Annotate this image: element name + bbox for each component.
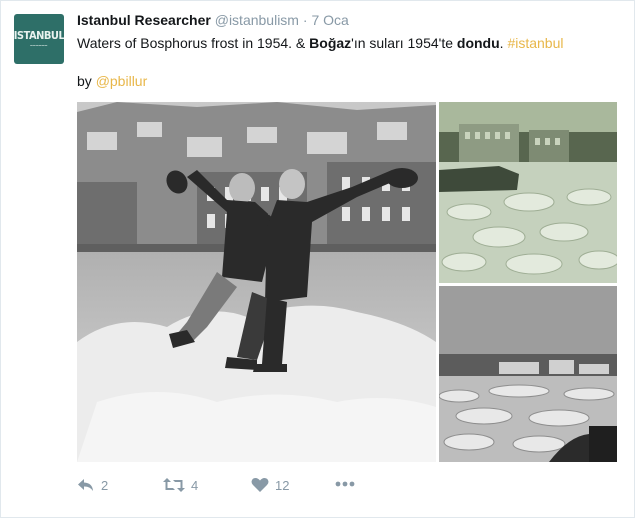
retweet-icon	[163, 478, 185, 492]
reply-count: 2	[101, 477, 109, 493]
like-button[interactable]: 12	[251, 477, 289, 493]
avatar-logo-subtext: ━━━━━━	[30, 43, 48, 48]
mention-link[interactable]: @pbillur	[96, 73, 148, 89]
retweet-count: 4	[191, 477, 199, 493]
avatar[interactable]: ISTANBUL ━━━━━━	[14, 14, 64, 64]
avatar-logo-text: ISTANBUL	[14, 29, 64, 42]
retweet-button[interactable]: 4	[163, 477, 198, 493]
author-handle[interactable]: @istanbulism	[215, 12, 299, 28]
media-grid	[77, 102, 617, 462]
tweet-text: Waters of Bosphorus frost in 1954. & Boğ…	[77, 35, 564, 51]
tweet-text-bold: dondu	[456, 35, 500, 51]
photo-bottom-right-image	[439, 286, 617, 462]
more-button[interactable]	[335, 479, 355, 489]
reply-button[interactable]: 2	[77, 477, 108, 493]
tweet-header: Istanbul Researcher @istanbulism · 7 Oca	[77, 12, 349, 28]
tweet-card: ISTANBUL ━━━━━━ Istanbul Researcher @ist…	[0, 0, 635, 518]
tweet-text-part: Waters of Bosphorus frost in 1954. &	[77, 35, 310, 51]
photo-top-right[interactable]	[439, 102, 617, 283]
tweet-text-bold: Boğaz	[309, 35, 352, 51]
header-separator: ·	[302, 12, 308, 28]
heart-icon	[251, 477, 269, 492]
more-icon	[335, 481, 355, 487]
tweet-text-part: 'ın suları 1954'te	[351, 35, 457, 51]
tweet-timestamp[interactable]: 7 Oca	[311, 12, 348, 28]
like-count: 12	[275, 477, 290, 493]
credit-line: by @pbillur	[77, 73, 147, 89]
reply-icon	[78, 479, 93, 491]
author-name[interactable]: Istanbul Researcher	[77, 12, 211, 28]
photo-main-image	[77, 102, 436, 462]
photo-main[interactable]	[77, 102, 436, 462]
credit-prefix: by	[77, 73, 96, 89]
photo-top-right-image	[439, 102, 617, 283]
hashtag-link[interactable]: #istanbul	[507, 35, 563, 51]
photo-bottom-right[interactable]	[439, 286, 617, 462]
